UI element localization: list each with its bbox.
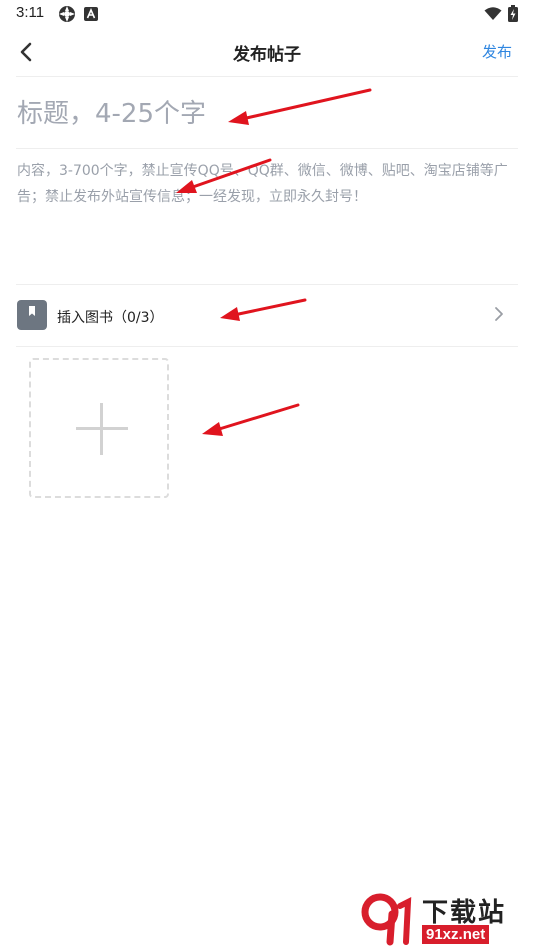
watermark-logo: [361, 893, 412, 946]
chevron-right-icon: [495, 307, 503, 321]
chevron-left-icon: [20, 42, 32, 62]
divider: [16, 346, 518, 347]
dots-icon: [59, 6, 75, 22]
status-time: 3:11: [16, 4, 45, 21]
page-title: 发布帖子: [233, 45, 301, 65]
annotation-arrowhead: [202, 422, 223, 436]
content-input[interactable]: [17, 158, 517, 268]
back-button[interactable]: [12, 38, 40, 66]
wifi-icon: [484, 6, 502, 20]
add-image-button[interactable]: [29, 358, 169, 498]
watermark-title: 下载站: [422, 898, 507, 928]
divider: [16, 284, 518, 285]
watermark-domain: 91xz.net: [422, 925, 490, 944]
annotation-arrow: [214, 403, 300, 432]
nav-bar: 发布帖子 发布: [0, 28, 534, 76]
title-input[interactable]: [17, 92, 507, 136]
divider: [16, 148, 518, 149]
insert-book-label: 插入图书（0/3）: [57, 310, 164, 326]
publish-button[interactable]: 发布: [482, 41, 512, 62]
watermark: 下载站 91xz.net: [360, 892, 526, 946]
divider: [16, 76, 518, 77]
battery-charging-icon: [508, 5, 518, 22]
bookmark-icon: [17, 300, 47, 330]
status-bar: 3:11: [0, 0, 534, 28]
insert-book-row[interactable]: 插入图书（0/3）: [0, 286, 534, 346]
a-badge-icon: [84, 7, 98, 21]
